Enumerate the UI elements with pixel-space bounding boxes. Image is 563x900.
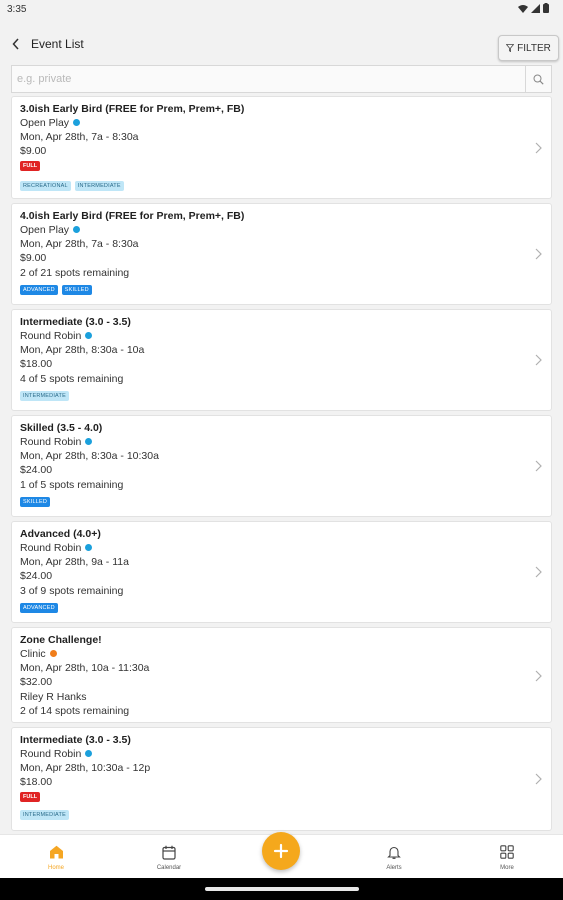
event-type-dot <box>73 118 81 126</box>
event-card[interactable]: Intermediate (3.0 - 3.5) Round Robin Mon… <box>11 309 552 411</box>
event-datetime: Mon, Apr 28th, 8:30a - 10:30a <box>20 450 159 463</box>
event-price: $18.00 <box>20 776 53 789</box>
event-type-dot <box>73 225 81 233</box>
event-price: $9.00 <box>20 252 47 265</box>
battery-icon <box>543 3 549 13</box>
event-spots: 1 of 5 spots remaining <box>20 478 124 491</box>
event-title: Advanced (4.0+) <box>20 528 101 540</box>
search-input[interactable] <box>12 66 527 92</box>
event-type: Clinic <box>20 648 46 660</box>
event-title: Skilled (3.5 - 4.0) <box>20 422 103 434</box>
skill-tag: ADVANCED <box>20 603 58 613</box>
bell-icon <box>386 844 402 860</box>
event-spots: 2 of 21 spots remaining <box>20 266 130 279</box>
app-header: Event List FILTER <box>0 28 563 62</box>
event-datetime: Mon, Apr 28th, 10a - 11:30a <box>20 662 150 675</box>
event-instructor: Riley R Hanks <box>20 690 87 703</box>
filter-label: FILTER <box>517 42 551 54</box>
event-type-dot <box>85 749 93 757</box>
event-price: $24.00 <box>20 464 53 477</box>
nav-home[interactable]: Home <box>36 844 76 876</box>
event-type-dot <box>49 649 57 657</box>
event-price: $24.00 <box>20 570 53 583</box>
chevron-right-icon <box>533 459 543 473</box>
skill-tag: INTERMEDIATE <box>20 391 69 401</box>
full-badge: FULL <box>20 160 41 171</box>
event-list: 3.0ish Early Bird (FREE for Prem, Prem+,… <box>11 96 552 833</box>
skill-tag: SKILLED <box>20 497 51 507</box>
event-datetime: Mon, Apr 28th, 7a - 8:30a <box>20 238 139 251</box>
skill-tag: RECREATIONAL <box>20 181 71 191</box>
nav-more[interactable]: More <box>487 844 527 876</box>
home-icon <box>48 844 64 860</box>
add-event-button[interactable] <box>262 832 300 870</box>
event-title: 3.0ish Early Bird (FREE for Prem, Prem+,… <box>20 103 245 115</box>
filter-icon <box>506 44 515 52</box>
grid-icon <box>499 844 515 860</box>
event-card[interactable]: 3.0ish Early Bird (FREE for Prem, Prem+,… <box>11 96 552 199</box>
plus-icon <box>273 843 289 859</box>
event-title: Zone Challenge! <box>20 634 102 646</box>
event-datetime: Mon, Apr 28th, 9a - 11a <box>20 556 129 569</box>
nav-calendar[interactable]: Calendar <box>149 844 189 876</box>
status-icons <box>518 3 549 13</box>
nav-home-label: Home <box>47 865 64 871</box>
event-title: 4.0ish Early Bird (FREE for Prem, Prem+,… <box>20 210 245 222</box>
calendar-icon <box>161 844 177 860</box>
chevron-right-icon <box>533 669 543 683</box>
event-spots: 2 of 14 spots remaining <box>20 704 130 717</box>
event-type-dot <box>85 543 93 551</box>
chevron-right-icon <box>533 772 543 786</box>
event-spots: 4 of 5 spots remaining <box>20 372 124 385</box>
home-gesture-handle[interactable] <box>205 887 359 891</box>
event-card[interactable]: Zone Challenge! Clinic Mon, Apr 28th, 10… <box>11 627 552 723</box>
event-price: $9.00 <box>20 145 47 158</box>
skill-tag: INTERMEDIATE <box>20 810 69 820</box>
event-type: Round Robin <box>20 542 82 554</box>
event-title: Intermediate (3.0 - 3.5) <box>20 316 131 328</box>
nav-alerts-label: Alerts <box>386 865 402 871</box>
nav-more-label: More <box>500 865 514 871</box>
search-icon <box>533 74 544 85</box>
chevron-right-icon <box>533 247 543 261</box>
event-card[interactable]: Advanced (4.0+) Round Robin Mon, Apr 28t… <box>11 521 552 623</box>
wifi-icon <box>518 4 528 13</box>
search-button[interactable] <box>525 66 551 92</box>
event-datetime: Mon, Apr 28th, 10:30a - 12p <box>20 762 151 775</box>
event-card[interactable]: Intermediate (3.0 - 3.5) Round Robin Mon… <box>11 727 552 831</box>
event-type: Open Play <box>20 117 70 129</box>
chevron-left-icon <box>12 38 19 50</box>
full-badge: FULL <box>20 791 41 802</box>
event-card[interactable]: Skilled (3.5 - 4.0) Round Robin Mon, Apr… <box>11 415 552 517</box>
signal-icon <box>531 3 540 13</box>
status-time: 3:35 <box>7 4 27 15</box>
event-datetime: Mon, Apr 28th, 7a - 8:30a <box>20 131 139 144</box>
nav-calendar-label: Calendar <box>156 865 182 871</box>
skill-tag: SKILLED <box>61 285 92 295</box>
search-box <box>11 65 552 93</box>
event-type: Round Robin <box>20 330 82 342</box>
page-title: Event List <box>31 37 84 51</box>
event-spots: 3 of 9 spots remaining <box>20 584 124 597</box>
event-type: Open Play <box>20 224 70 236</box>
event-title: Intermediate (3.0 - 3.5) <box>20 734 131 746</box>
chevron-right-icon <box>533 353 543 367</box>
chevron-right-icon <box>533 141 543 155</box>
event-type-dot <box>85 437 93 445</box>
event-price: $32.00 <box>20 676 53 689</box>
skill-tag: INTERMEDIATE <box>74 181 124 191</box>
event-type-dot <box>85 331 93 339</box>
event-type: Round Robin <box>20 748 82 760</box>
system-gesture-bar <box>0 878 563 900</box>
chevron-right-icon <box>533 565 543 579</box>
event-price: $18.00 <box>20 358 53 371</box>
skill-tag: ADVANCED <box>20 285 58 295</box>
event-type: Round Robin <box>20 436 82 448</box>
event-datetime: Mon, Apr 28th, 8:30a - 10a <box>20 344 145 357</box>
filter-button[interactable]: FILTER <box>498 35 559 61</box>
back-button[interactable] <box>8 36 24 52</box>
event-card[interactable]: 4.0ish Early Bird (FREE for Prem, Prem+,… <box>11 203 552 305</box>
status-bar: 3:35 <box>0 0 563 20</box>
nav-alerts[interactable]: Alerts <box>374 844 414 876</box>
